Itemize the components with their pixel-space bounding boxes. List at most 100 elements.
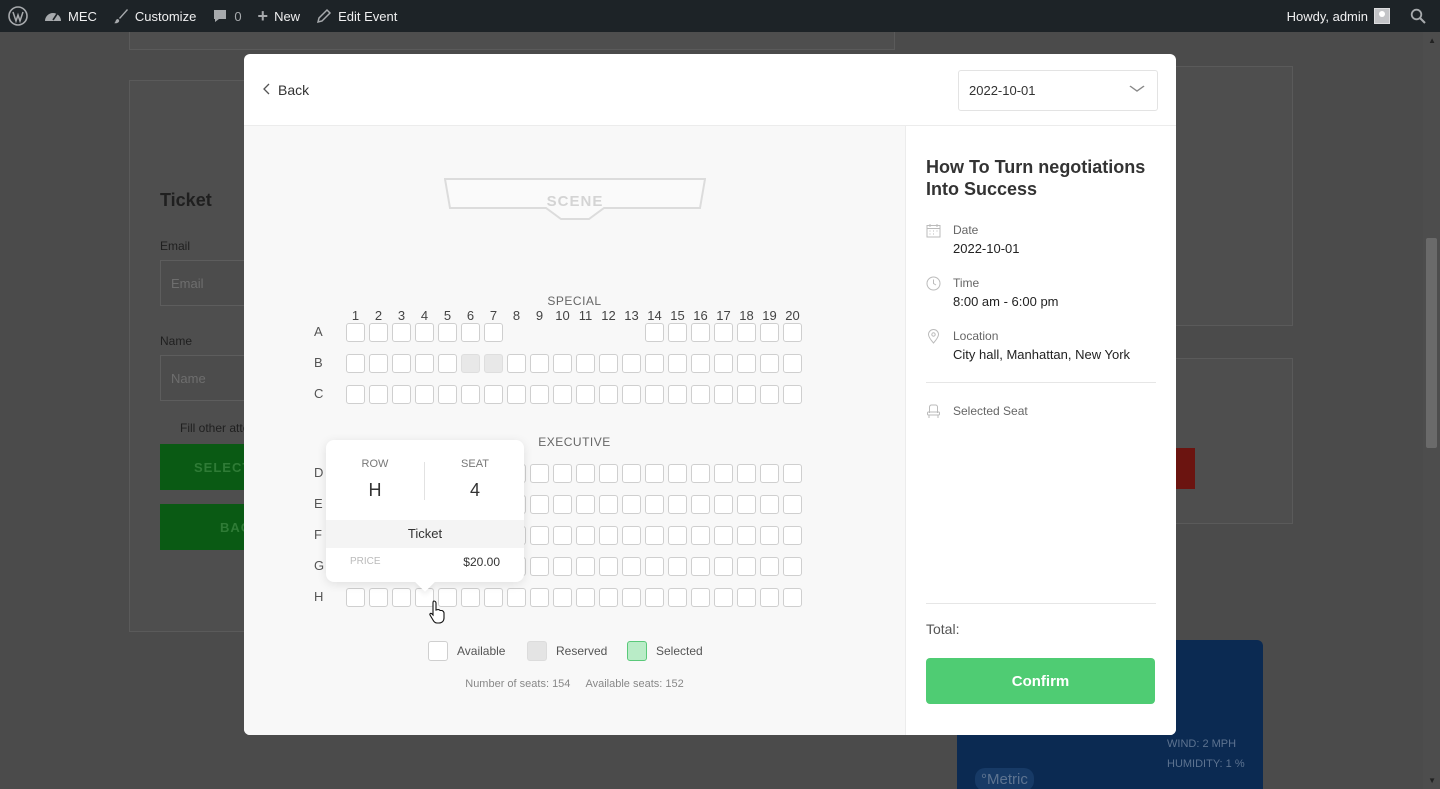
seat-h-9[interactable] bbox=[530, 588, 549, 607]
seat-c-13[interactable] bbox=[622, 385, 641, 404]
seat-d-11[interactable] bbox=[576, 464, 595, 483]
seat-h-14[interactable] bbox=[645, 588, 664, 607]
seat-a-3[interactable] bbox=[392, 323, 411, 342]
seat-b-10[interactable] bbox=[553, 354, 572, 373]
seat-c-3[interactable] bbox=[392, 385, 411, 404]
seat-e-15[interactable] bbox=[668, 495, 687, 514]
seat-h-15[interactable] bbox=[668, 588, 687, 607]
search-button[interactable] bbox=[1398, 0, 1440, 32]
seat-f-16[interactable] bbox=[691, 526, 710, 545]
seat-g-14[interactable] bbox=[645, 557, 664, 576]
edit-event-link[interactable]: Edit Event bbox=[308, 0, 405, 32]
seat-c-14[interactable] bbox=[645, 385, 664, 404]
comments-link[interactable]: 0 bbox=[204, 0, 249, 32]
seat-h-1[interactable] bbox=[346, 588, 365, 607]
my-account-link[interactable]: Howdy, admin bbox=[1279, 0, 1398, 32]
seat-b-11[interactable] bbox=[576, 354, 595, 373]
seat-d-13[interactable] bbox=[622, 464, 641, 483]
seat-b-15[interactable] bbox=[668, 354, 687, 373]
seat-e-17[interactable] bbox=[714, 495, 733, 514]
seat-e-13[interactable] bbox=[622, 495, 641, 514]
seat-c-2[interactable] bbox=[369, 385, 388, 404]
seat-f-12[interactable] bbox=[599, 526, 618, 545]
seat-c-12[interactable] bbox=[599, 385, 618, 404]
seat-a-2[interactable] bbox=[369, 323, 388, 342]
site-name-link[interactable]: MEC bbox=[36, 0, 105, 32]
seat-d-10[interactable] bbox=[553, 464, 572, 483]
seat-h-7[interactable] bbox=[484, 588, 503, 607]
seat-b-16[interactable] bbox=[691, 354, 710, 373]
wordpress-logo-button[interactable] bbox=[0, 0, 36, 32]
seat-f-11[interactable] bbox=[576, 526, 595, 545]
seat-a-1[interactable] bbox=[346, 323, 365, 342]
seat-a-15[interactable] bbox=[668, 323, 687, 342]
seat-f-20[interactable] bbox=[783, 526, 802, 545]
seat-b-14[interactable] bbox=[645, 354, 664, 373]
seat-b-3[interactable] bbox=[392, 354, 411, 373]
seat-g-20[interactable] bbox=[783, 557, 802, 576]
seat-d-12[interactable] bbox=[599, 464, 618, 483]
seat-c-19[interactable] bbox=[760, 385, 779, 404]
seat-h-20[interactable] bbox=[783, 588, 802, 607]
seat-h-11[interactable] bbox=[576, 588, 595, 607]
seat-c-9[interactable] bbox=[530, 385, 549, 404]
seat-h-16[interactable] bbox=[691, 588, 710, 607]
seat-b-6[interactable] bbox=[461, 354, 480, 373]
seat-c-10[interactable] bbox=[553, 385, 572, 404]
seat-b-4[interactable] bbox=[415, 354, 434, 373]
seat-d-15[interactable] bbox=[668, 464, 687, 483]
seat-e-20[interactable] bbox=[783, 495, 802, 514]
seat-b-13[interactable] bbox=[622, 354, 641, 373]
seat-a-16[interactable] bbox=[691, 323, 710, 342]
seat-a-5[interactable] bbox=[438, 323, 457, 342]
seat-b-2[interactable] bbox=[369, 354, 388, 373]
seat-e-11[interactable] bbox=[576, 495, 595, 514]
seat-g-13[interactable] bbox=[622, 557, 641, 576]
seat-d-17[interactable] bbox=[714, 464, 733, 483]
scrollbar-thumb[interactable] bbox=[1426, 238, 1437, 448]
seat-g-19[interactable] bbox=[760, 557, 779, 576]
seat-d-18[interactable] bbox=[737, 464, 756, 483]
seat-c-15[interactable] bbox=[668, 385, 687, 404]
seat-c-18[interactable] bbox=[737, 385, 756, 404]
seat-c-16[interactable] bbox=[691, 385, 710, 404]
scroll-down-arrow-icon[interactable]: ▼ bbox=[1428, 776, 1436, 785]
seat-c-1[interactable] bbox=[346, 385, 365, 404]
seat-h-12[interactable] bbox=[599, 588, 618, 607]
seat-f-15[interactable] bbox=[668, 526, 687, 545]
date-select[interactable]: 2022-10-01 bbox=[958, 70, 1158, 111]
seat-a-14[interactable] bbox=[645, 323, 664, 342]
seat-a-6[interactable] bbox=[461, 323, 480, 342]
seat-d-14[interactable] bbox=[645, 464, 664, 483]
seat-b-5[interactable] bbox=[438, 354, 457, 373]
seat-a-19[interactable] bbox=[760, 323, 779, 342]
seat-e-19[interactable] bbox=[760, 495, 779, 514]
seat-d-9[interactable] bbox=[530, 464, 549, 483]
seat-c-5[interactable] bbox=[438, 385, 457, 404]
seat-b-9[interactable] bbox=[530, 354, 549, 373]
seat-a-20[interactable] bbox=[783, 323, 802, 342]
seat-e-18[interactable] bbox=[737, 495, 756, 514]
seat-c-20[interactable] bbox=[783, 385, 802, 404]
seat-e-10[interactable] bbox=[553, 495, 572, 514]
seat-h-10[interactable] bbox=[553, 588, 572, 607]
seat-e-12[interactable] bbox=[599, 495, 618, 514]
seat-c-4[interactable] bbox=[415, 385, 434, 404]
seat-d-20[interactable] bbox=[783, 464, 802, 483]
scroll-up-arrow-icon[interactable]: ▲ bbox=[1428, 36, 1436, 45]
seat-f-10[interactable] bbox=[553, 526, 572, 545]
seat-b-18[interactable] bbox=[737, 354, 756, 373]
back-button[interactable]: Back bbox=[263, 82, 309, 98]
seat-h-18[interactable] bbox=[737, 588, 756, 607]
seat-g-15[interactable] bbox=[668, 557, 687, 576]
seat-f-9[interactable] bbox=[530, 526, 549, 545]
seat-b-8[interactable] bbox=[507, 354, 526, 373]
seat-d-19[interactable] bbox=[760, 464, 779, 483]
seat-a-7[interactable] bbox=[484, 323, 503, 342]
new-content-link[interactable]: + New bbox=[250, 0, 309, 32]
seat-c-7[interactable] bbox=[484, 385, 503, 404]
seat-h-19[interactable] bbox=[760, 588, 779, 607]
seat-c-6[interactable] bbox=[461, 385, 480, 404]
seat-g-12[interactable] bbox=[599, 557, 618, 576]
seat-e-14[interactable] bbox=[645, 495, 664, 514]
